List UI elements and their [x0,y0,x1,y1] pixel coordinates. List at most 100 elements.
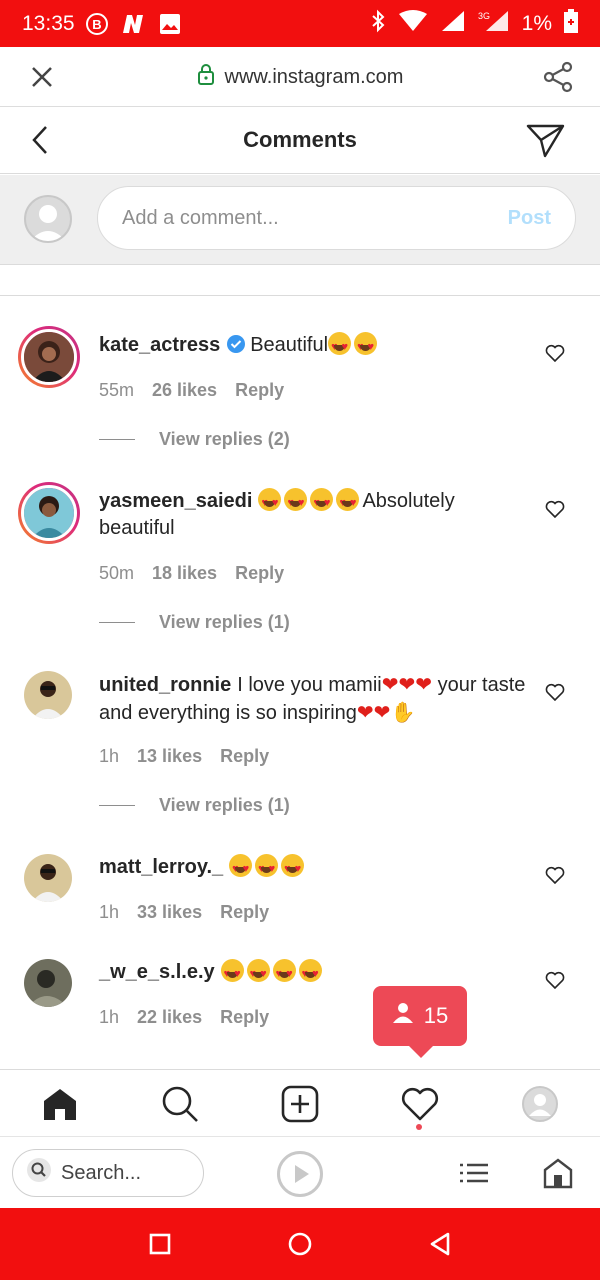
battery-percent: 1% [521,11,552,35]
home-system-button[interactable] [286,1230,314,1258]
nav-new-post-button[interactable] [280,1084,320,1124]
comment-meta: 55m 26 likes Reply [99,380,284,401]
heart-eyes-emoji-icon [328,332,352,361]
heart-eyes-emoji-icon [281,854,305,883]
house-icon [543,1158,573,1189]
reply-button[interactable]: Reply [220,902,269,923]
comment-input-wrapper: Post [97,186,576,250]
my-avatar [24,195,72,243]
reply-button[interactable]: Reply [220,1007,269,1028]
avatar-story-ring[interactable] [18,326,80,388]
comment-username[interactable]: yasmeen_saiedi [99,490,252,512]
battery-icon [564,8,578,39]
nav-search-button[interactable] [160,1084,200,1124]
activity-indicator-dot [416,1124,422,1130]
browser-home-button[interactable] [542,1157,574,1189]
comment-text: matt_lerroy._😍😍😍 [99,854,529,883]
tabs-list-button[interactable] [458,1159,490,1187]
default-avatar-icon [30,205,66,241]
play-icon [295,1165,309,1183]
comment-likes[interactable]: 26 likes [152,380,217,401]
reply-button[interactable]: Reply [235,563,284,584]
lock-icon [197,63,215,91]
comment-meta: 1h 13 likes Reply [99,746,269,767]
heart-eyes-emoji-icon [246,959,270,988]
comment-likes[interactable]: 22 likes [137,1007,202,1028]
heart-eyes-emoji-icon [298,959,322,988]
direct-message-button[interactable] [526,123,566,159]
comment-username[interactable]: kate_actress [99,334,220,356]
nav-profile-button[interactable] [520,1084,560,1124]
heart-outline-icon [545,971,565,990]
comment-input[interactable] [122,206,508,230]
divider-dash [99,622,135,623]
heart-outline-icon [545,344,565,363]
avatar [21,485,77,541]
browser-url-bar: www.instagram.com [0,47,600,107]
heart-eyes-emoji-icon [258,488,282,517]
system-nav-bar [0,1208,600,1280]
media-play-button[interactable] [277,1151,323,1197]
view-replies-button[interactable]: View replies (1) [99,612,290,633]
activity-notification-bubble[interactable]: 15 [373,986,467,1058]
recents-button[interactable] [146,1230,174,1258]
reply-button[interactable]: Reply [235,380,284,401]
raised-hands-emoji-icon: ✋ [390,700,416,724]
notification-count: 15 [423,1003,449,1028]
avatar-image [24,671,72,719]
avatar[interactable] [24,671,72,719]
signal-3g-icon: 3G [478,10,510,38]
browser-search-placeholder: Search... [61,1161,142,1184]
nav-activity-button[interactable] [400,1084,440,1124]
back-system-button[interactable] [426,1230,454,1258]
heart-eyes-emoji-icon [272,959,296,988]
post-button[interactable]: Post [508,207,551,230]
heart-eyes-emoji-icon [229,854,253,883]
reply-button[interactable]: Reply [220,746,269,767]
signal-icon [440,10,466,38]
verified-badge-icon [226,334,246,354]
comments-header: Comments [0,107,600,174]
image-icon [159,13,181,35]
nav-home-button[interactable] [40,1084,80,1124]
close-icon [32,67,52,87]
n-app-icon [121,13,147,35]
comment-likes[interactable]: 13 likes [137,746,202,767]
view-replies-label: View replies (2) [159,429,290,449]
avatar-story-ring[interactable] [18,482,80,544]
comment-message: Beautiful [250,334,329,356]
heart-eyes-emoji-icon [255,854,279,883]
comment-likes[interactable]: 18 likes [152,563,217,584]
heart-eyes-emoji-icon [220,959,244,988]
view-replies-button[interactable]: View replies (1) [99,795,290,816]
url-text: www.instagram.com [224,65,404,88]
close-tab-button[interactable] [28,63,56,91]
wifi-icon [398,9,428,38]
view-replies-label: View replies (1) [159,795,290,815]
comment-likes[interactable]: 33 likes [137,902,202,923]
avatar[interactable] [24,854,72,902]
comment-time: 50m [99,563,135,583]
view-replies-button[interactable]: View replies (2) [99,429,290,450]
square-icon [149,1233,171,1255]
like-comment-button[interactable] [545,971,565,990]
like-comment-button[interactable] [545,683,565,702]
like-comment-button[interactable] [545,344,565,363]
triangle-back-icon [430,1232,450,1256]
comment-meta: 50m 18 likes Reply [99,563,284,584]
heart-eyes-emoji-icon [310,488,334,517]
status-bar: 13:35 B 3G 1% [0,0,600,47]
avatar[interactable] [24,959,72,1007]
page-title: Comments [243,127,357,152]
browser-search-field[interactable]: Search... [12,1149,204,1197]
comment-text: yasmeen_saiedi😍😍😍😍Absolutely beautiful [99,488,529,542]
comment-username[interactable]: united_ronnie [99,674,231,696]
like-comment-button[interactable] [545,866,565,885]
url-display[interactable]: www.instagram.com [0,47,600,107]
comment-username[interactable]: _w_e_s.l.e.y [99,961,215,983]
comment-username[interactable]: matt_lerroy._ [99,856,223,878]
like-comment-button[interactable] [545,500,565,519]
activity-heart-icon [401,1087,439,1121]
paper-plane-icon [526,124,565,158]
share-button[interactable] [542,61,574,93]
